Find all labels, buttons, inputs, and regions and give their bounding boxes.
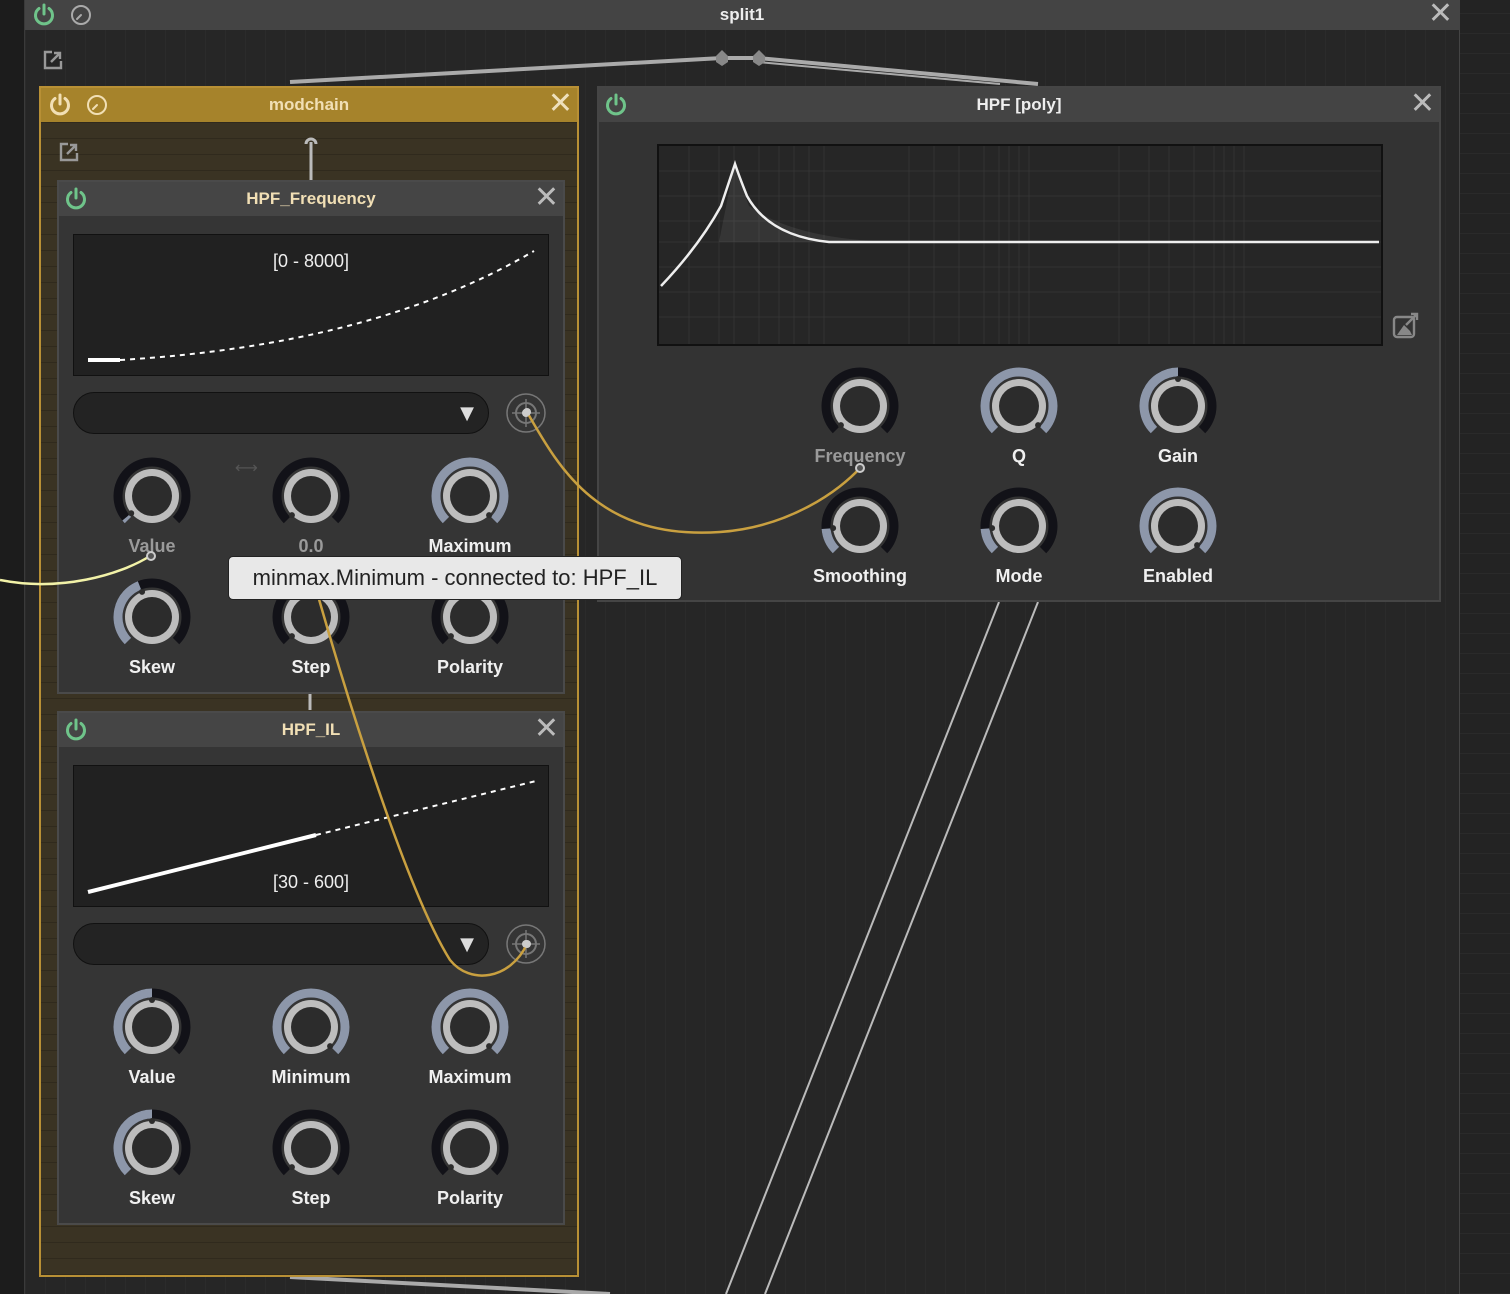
knob-dial[interactable] [979, 486, 1059, 566]
knob-dial[interactable] [271, 1108, 351, 1188]
knob-frequency[interactable]: Frequency [780, 366, 940, 486]
clock-icon[interactable] [85, 93, 109, 117]
drag-target-icon[interactable] [505, 392, 547, 434]
modulator-hpf-frequency: HPF_Frequency ✕ [0 - 8000] ▼ ⟷ Value 0.0 M… [57, 180, 565, 694]
knob-q[interactable]: Q [939, 366, 1099, 486]
knob-label: Q [1011, 446, 1026, 466]
curve-display: [30 - 600] [73, 765, 549, 907]
drag-target-icon[interactable] [505, 923, 547, 965]
knob-dial[interactable] [979, 366, 1059, 446]
modulator-title: HPF_IL [281, 720, 341, 739]
knob-dial[interactable] [430, 1108, 510, 1188]
close-icon[interactable]: ✕ [548, 89, 573, 119]
knob-dial[interactable] [1138, 486, 1218, 566]
knob-label: Polarity [436, 657, 504, 677]
power-icon[interactable] [63, 717, 89, 743]
knob-dial[interactable] [271, 987, 351, 1067]
connection-tooltip: minmax.Minimum - connected to: HPF_IL [228, 556, 682, 600]
knob-label: Frequency [814, 446, 906, 466]
knob-polarity[interactable]: Polarity [390, 1108, 550, 1228]
knob-enabled[interactable]: Enabled [1098, 486, 1258, 606]
modchain-title: modchain [268, 95, 350, 114]
knob-skew[interactable]: Skew [72, 577, 232, 697]
filter-graph-svg [659, 146, 1381, 344]
knob-dial[interactable] [820, 486, 900, 566]
dropdown-arrow-icon: ▼ [460, 934, 474, 955]
source-dropdown[interactable]: ▼ [73, 923, 489, 965]
chain-connector [304, 137, 318, 182]
range-label: [30 - 600] [272, 872, 350, 892]
knob-dial[interactable] [430, 987, 510, 1067]
knob-dial[interactable] [112, 987, 192, 1067]
knob-gain[interactable]: Gain [1098, 366, 1258, 486]
modulator-hpf-il: HPF_IL ✕ [30 - 600] ▼ Value Minimum Maximu… [57, 711, 565, 1225]
curve-dashed-segment [315, 780, 537, 836]
close-icon[interactable]: ✕ [534, 714, 559, 744]
power-icon[interactable] [63, 186, 89, 212]
knob-label: Step [291, 1188, 331, 1208]
knob-value[interactable]: Value [72, 456, 232, 576]
knob-dial[interactable] [112, 456, 192, 536]
curve-dashed-segment [119, 250, 535, 361]
modchain-container: modchain ✕ HPF_Frequency ✕ [0 - 8000] ▼ … [39, 86, 579, 1277]
knob-dial[interactable] [112, 1108, 192, 1188]
modulator-title: HPF_Frequency [246, 189, 376, 208]
cable-node[interactable] [753, 50, 765, 66]
knob-skew[interactable]: Skew [72, 1108, 232, 1228]
knob-step[interactable]: Step [231, 1108, 391, 1228]
knob-label: 0.0 [298, 536, 324, 556]
knob-label: Minimum [271, 1067, 351, 1087]
modulator-titlebar[interactable]: HPF_IL ✕ [59, 713, 563, 747]
knob-dial[interactable] [1138, 366, 1218, 446]
curve-display: [0 - 8000] [73, 234, 549, 376]
knob-dial[interactable] [271, 456, 351, 536]
knob-minimum[interactable]: Minimum [231, 987, 391, 1107]
knob-label: Skew [128, 657, 176, 677]
curve-graph [88, 250, 535, 362]
knob-label: Polarity [436, 1188, 504, 1208]
popout-graph-icon[interactable] [1391, 310, 1421, 340]
power-icon[interactable] [47, 92, 73, 118]
knob-label: Gain [1157, 446, 1198, 466]
knob-label: Maximum [428, 1067, 512, 1087]
popout-icon[interactable] [57, 140, 81, 164]
hpf-titlebar[interactable]: HPF [poly] ✕ [599, 88, 1439, 122]
knob-label: Maximum [428, 536, 512, 556]
modchain-titlebar[interactable]: modchain ✕ [41, 88, 577, 122]
knob-value[interactable]: Value [72, 987, 232, 1107]
knob-label: Mode [995, 566, 1043, 586]
knob-dial[interactable] [820, 366, 900, 446]
power-icon[interactable] [603, 92, 629, 118]
knob-label: Smoothing [813, 566, 907, 586]
close-icon[interactable]: ✕ [534, 183, 559, 213]
cable-node[interactable] [716, 50, 728, 66]
knob-mode[interactable]: Mode [939, 486, 1099, 606]
source-dropdown[interactable]: ▼ [73, 392, 489, 434]
knob-label: Skew [128, 1188, 176, 1208]
knob-label: Step [291, 657, 331, 677]
knob-dial[interactable] [112, 577, 192, 657]
knob-label: Value [128, 1067, 176, 1087]
knob-label: Value [128, 536, 176, 556]
hpf-module: HPF [poly] ✕ Frequency Q Gain Smoothing Mode… [597, 86, 1441, 602]
hpf-title: HPF [poly] [976, 95, 1062, 114]
filter-response-graph [657, 144, 1383, 346]
dropdown-arrow-icon: ▼ [460, 403, 474, 424]
knob-label: Enabled [1142, 566, 1213, 586]
modulator-titlebar[interactable]: HPF_Frequency ✕ [59, 182, 563, 216]
knob-maximum[interactable]: Maximum [390, 987, 550, 1107]
close-icon[interactable]: ✕ [1410, 89, 1435, 119]
graph-grid [659, 146, 1381, 344]
knob-smoothing[interactable]: Smoothing [780, 486, 940, 606]
knob-dial[interactable] [430, 456, 510, 536]
